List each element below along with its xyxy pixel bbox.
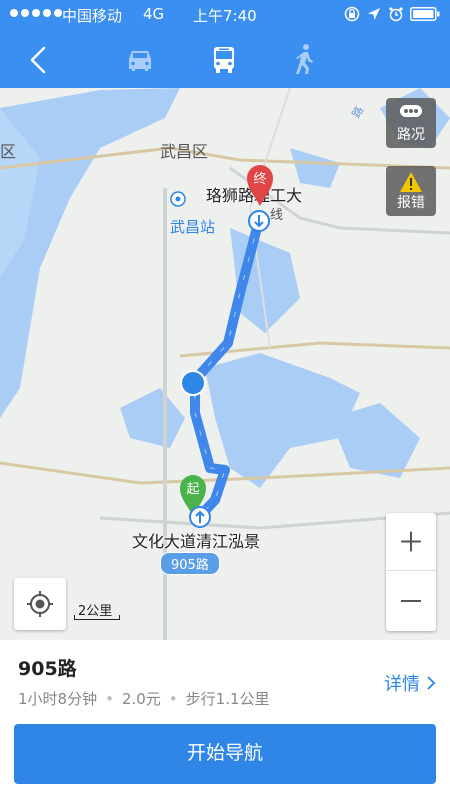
route-badge: 905路 <box>160 552 220 575</box>
report-error-label: 报错 <box>397 195 425 211</box>
status-bar: 中国移动 4G 上午7:40 <box>0 0 450 30</box>
lock-rotation-icon <box>344 6 360 22</box>
route-name: 905路 <box>18 658 77 680</box>
district-label-left: 区 <box>0 142 17 161</box>
map-view[interactable]: 区 武昌区 路 线 武昌站 珞狮路理工大 文化大道清江泓景 终 起 905路 <box>0 88 450 640</box>
car-mode-tab[interactable] <box>122 42 158 78</box>
location-arrow-icon <box>368 8 380 20</box>
details-link[interactable]: 详情 <box>384 670 436 696</box>
scale-bar <box>74 615 120 620</box>
trip-duration: 1小时8分钟 <box>18 690 98 708</box>
map-scale: 2公里 <box>74 600 122 622</box>
end-pin-icon[interactable]: 终 <box>244 162 276 210</box>
separator-dot: • <box>105 690 114 708</box>
bus-mode-tab[interactable] <box>206 42 242 78</box>
origin-label: 文化大道清江泓景 <box>132 532 261 551</box>
details-label: 详情 <box>384 674 420 695</box>
map-base <box>0 88 450 640</box>
walk-distance: 步行1.1公里 <box>185 690 270 708</box>
svg-text:终: 终 <box>253 171 266 187</box>
traffic-icon <box>400 105 422 117</box>
route-info-panel: 905路 1小时8分钟 • 2.0元 • 步行1.1公里 详情 开始导航 <box>0 640 450 800</box>
walk-mode-tab[interactable] <box>287 42 323 78</box>
traffic-label: 路况 <box>397 127 425 143</box>
battery-icon <box>410 7 440 21</box>
trip-fare: 2.0元 <box>121 690 161 708</box>
zoom-control <box>386 513 436 631</box>
traffic-button[interactable]: 路况 <box>386 98 436 148</box>
start-stop-icon <box>189 506 211 528</box>
route-summary: 1小时8分钟 • 2.0元 • 步行1.1公里 <box>18 688 270 709</box>
alarm-icon <box>389 7 403 22</box>
zoom-out-button[interactable] <box>386 572 436 630</box>
network-type: 4G <box>143 5 165 23</box>
crosshair-icon <box>27 591 53 617</box>
back-arrow-icon[interactable] <box>22 42 58 78</box>
top-navigation-bar <box>0 30 450 88</box>
locate-me-button[interactable] <box>14 578 66 630</box>
station-label: 武昌站 <box>170 218 216 236</box>
zoom-in-button[interactable] <box>386 513 436 571</box>
district-label-center: 武昌区 <box>160 142 209 161</box>
start-navigation-button[interactable]: 开始导航 <box>14 724 436 784</box>
report-error-button[interactable]: 报错 <box>386 166 436 216</box>
app: 中国移动 4G 上午7:40 区 武昌区 路 线 武昌站 文化大道清江泓景 终 … <box>0 0 450 800</box>
separator-dot: • <box>168 690 178 708</box>
carrier-name: 中国移动 <box>62 7 123 25</box>
end-stop-icon <box>248 210 270 232</box>
clock: 上午7:40 <box>193 7 257 25</box>
status-icons <box>344 6 440 22</box>
signal-strength-icon <box>10 9 62 17</box>
warning-icon <box>400 172 422 192</box>
svg-text:起: 起 <box>186 482 199 497</box>
chevron-right-icon <box>427 676 436 690</box>
